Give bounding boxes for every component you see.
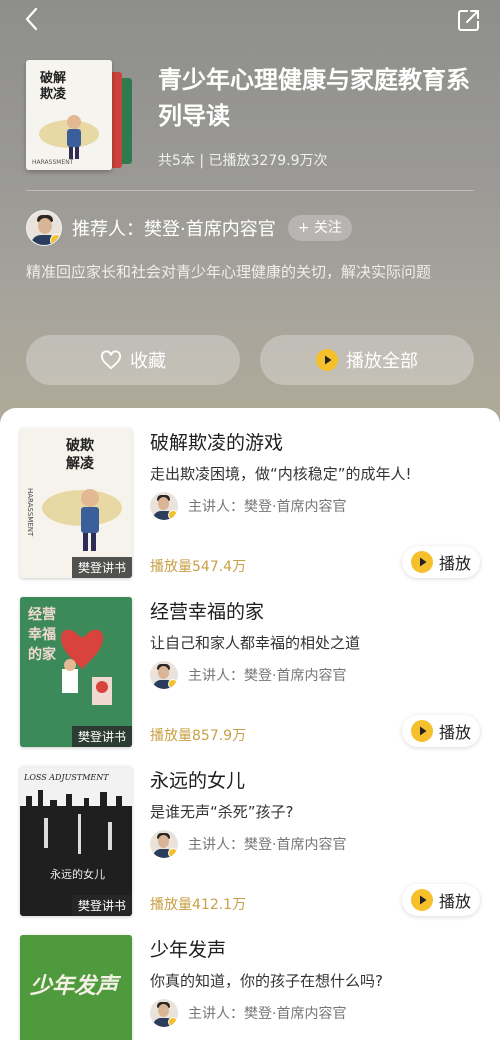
play-button[interactable]: 播放	[402, 715, 480, 747]
book-list: 破欺 解凌 HARASSMENT 樊登讲书 破解欺凌的游戏 走出欺凌困境，做“内…	[0, 408, 500, 1040]
favorite-button[interactable]: 收藏	[26, 335, 240, 385]
recommender-label: 推荐人：樊登·首席内容官	[72, 219, 276, 240]
play-count: 播放量857.9万	[150, 728, 247, 744]
cover-text: LOSS ADJUSTMENT	[23, 773, 109, 782]
speaker-row: 主讲人：樊登·首席内容官	[150, 661, 346, 689]
play-all-button[interactable]: 播放全部	[260, 335, 474, 385]
cover-title-text-2: 欺凌	[40, 86, 67, 102]
play-button[interactable]: 播放	[402, 884, 480, 916]
svg-text:幸福: 幸福	[28, 626, 56, 643]
playlist-title: 青少年心理健康与家庭教育系列导读	[158, 66, 470, 130]
verified-badge-icon	[50, 234, 61, 245]
book-cover: 破欺 解凌 HARASSMENT 樊登讲书	[20, 428, 132, 578]
recommender-row: 推荐人：樊登·首席内容官 + 关注	[26, 208, 352, 248]
svg-text:的家: 的家	[28, 646, 57, 663]
book-subtitle: 让自己和家人都幸福的相处之道	[150, 634, 361, 652]
book-cover: LOSS ADJUSTMENT 永远的女儿 樊登讲书	[20, 766, 132, 916]
play-all-label: 播放全部	[346, 351, 418, 372]
svg-text:破欺: 破欺	[66, 437, 94, 454]
cover-tag: 樊登讲书	[71, 557, 132, 578]
book-cover-art: LOSS ADJUSTMENT 永远的女儿	[20, 766, 132, 916]
play-label: 播放	[438, 554, 471, 573]
cover-tag: 樊登讲书	[71, 895, 132, 916]
book-cover: 少年发声	[20, 935, 132, 1040]
book-title: 经营幸福的家	[150, 601, 265, 623]
playlist-header: 破解 欺凌 HARASSMENT 青少年心理健康与家庭教育系列导读 共5本 | …	[0, 0, 500, 440]
list-item[interactable]: 经营 幸福 的家 樊登讲书 经营幸福的家 让自己和家人都幸福的相处之道 主讲人：…	[0, 577, 500, 747]
cover-tag: 樊登讲书	[71, 726, 132, 747]
list-item[interactable]: 破欺 解凌 HARASSMENT 樊登讲书 破解欺凌的游戏 走出欺凌困境，做“内…	[0, 408, 500, 578]
speaker-row: 主讲人：樊登·首席内容官	[150, 830, 346, 858]
back-arrow-icon[interactable]	[20, 6, 46, 32]
avatar	[150, 492, 178, 520]
cover-text-cn: 永远的女儿	[50, 867, 105, 881]
book-subtitle: 是谁无声“杀死”孩子?	[150, 803, 294, 821]
speaker-label: 主讲人：樊登·首席内容官	[188, 1006, 347, 1022]
book-title: 永远的女儿	[150, 770, 246, 792]
play-icon	[410, 720, 433, 742]
follow-button[interactable]: + 关注	[287, 215, 352, 241]
cover-text: 少年发声	[30, 973, 122, 999]
svg-text:HARASSMENT: HARASSMENT	[32, 159, 74, 166]
play-label: 播放	[438, 892, 471, 911]
verified-badge-icon	[168, 679, 178, 689]
heart-icon	[101, 350, 121, 370]
book-cover-art: 少年发声	[20, 935, 132, 1040]
avatar[interactable]	[26, 210, 62, 246]
share-icon[interactable]	[456, 7, 482, 33]
speaker-label: 主讲人：樊登·首席内容官	[188, 668, 347, 684]
avatar	[150, 830, 178, 858]
play-icon	[410, 889, 433, 911]
svg-text:经营: 经营	[28, 606, 56, 623]
verified-badge-icon	[168, 848, 178, 858]
speaker-label: 主讲人：樊登·首席内容官	[188, 837, 347, 853]
playlist-meta: 共5本 | 已播放3279.9万次	[158, 153, 328, 169]
playlist-cover: 破解 欺凌 HARASSMENT	[26, 60, 146, 170]
top-bar	[0, 0, 500, 40]
cover-title-text: 破解	[40, 70, 66, 86]
playlist-description: 精准回应家长和社会对青少年心理健康的关切，解决实际问题	[26, 263, 432, 281]
book-cover-art: 破欺 解凌 HARASSMENT	[20, 428, 132, 578]
verified-badge-icon	[168, 1017, 178, 1027]
book-cover-art: 经营 幸福 的家	[20, 597, 132, 747]
book-title: 少年发声	[150, 939, 227, 961]
svg-text:解凌: 解凌	[66, 455, 95, 472]
cover-illustration: 破解 欺凌 HARASSMENT	[26, 60, 112, 170]
play-icon	[410, 551, 433, 573]
book-title: 破解欺凌的游戏	[150, 432, 284, 454]
play-count: 播放量547.4万	[150, 559, 247, 575]
play-button[interactable]: 播放	[402, 546, 480, 578]
avatar	[150, 661, 178, 689]
verified-badge-icon	[168, 510, 178, 520]
play-count: 播放量412.1万	[150, 897, 247, 913]
cover-front: 破解 欺凌 HARASSMENT	[26, 60, 112, 170]
book-subtitle: 走出欺凌困境，做“内核稳定”的成年人!	[150, 465, 412, 483]
play-circle-icon	[316, 349, 338, 371]
avatar	[150, 999, 178, 1027]
book-subtitle: 你真的知道，你的孩子在想什么吗?	[150, 972, 383, 990]
book-cover: 经营 幸福 的家 樊登讲书	[20, 597, 132, 747]
speaker-row: 主讲人：樊登·首席内容官	[150, 999, 346, 1027]
play-label: 播放	[438, 723, 471, 742]
list-item[interactable]: 少年发声 少年发声 你真的知道，你的孩子在想什么吗? 主讲人：樊登·首席内容官	[0, 915, 500, 1040]
favorite-label: 收藏	[130, 351, 166, 372]
speaker-label: 主讲人：樊登·首席内容官	[188, 499, 347, 515]
speaker-row: 主讲人：樊登·首席内容官	[150, 492, 346, 520]
svg-text:HARASSMENT: HARASSMENT	[26, 488, 34, 537]
divider	[26, 190, 474, 191]
list-item[interactable]: LOSS ADJUSTMENT 永远的女儿 樊登讲书 永远的女儿 是谁无声“杀死…	[0, 746, 500, 916]
